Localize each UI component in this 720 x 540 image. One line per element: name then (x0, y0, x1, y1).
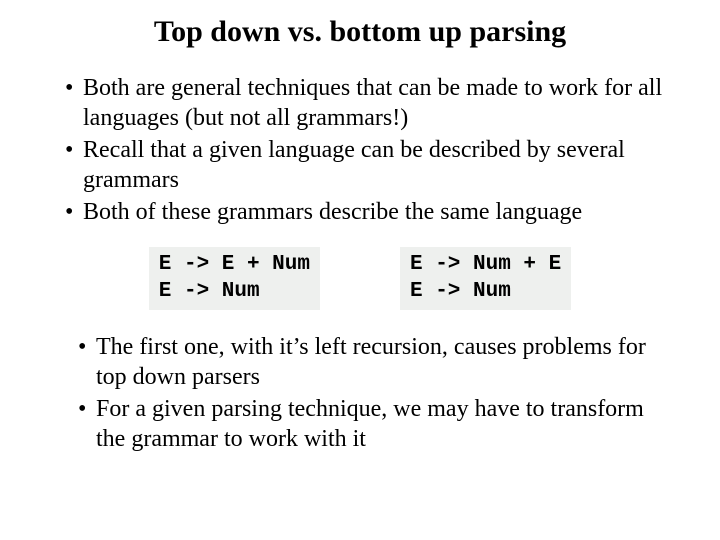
bullet-item: The first one, with it’s left recursion,… (78, 332, 670, 392)
slide: Top down vs. bottom up parsing Both are … (0, 0, 720, 476)
grammar-right: E -> Num + E E -> Num (400, 247, 571, 310)
grammar-row: E -> E + Num E -> Num E -> Num + E E -> … (40, 247, 680, 310)
bullet-item: For a given parsing technique, we may ha… (78, 394, 670, 454)
bullet-item: Both are general techniques that can be … (65, 73, 670, 133)
bullet-item: Recall that a given language can be desc… (65, 135, 670, 195)
top-bullet-list: Both are general techniques that can be … (40, 73, 680, 227)
bullet-item: Both of these grammars describe the same… (65, 197, 670, 227)
grammar-left: E -> E + Num E -> Num (149, 247, 320, 310)
slide-title: Top down vs. bottom up parsing (100, 15, 620, 49)
bottom-bullet-list: The first one, with it’s left recursion,… (40, 332, 680, 454)
